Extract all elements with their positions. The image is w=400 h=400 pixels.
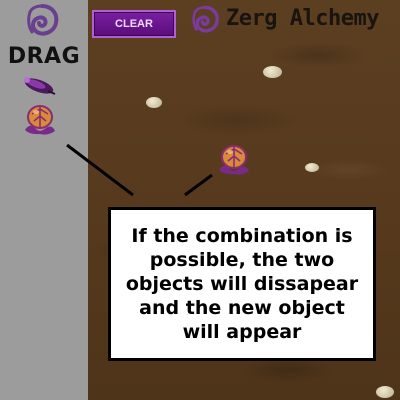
zerg-egg-icon[interactable]	[22, 102, 58, 136]
drag-label: DRAG	[7, 44, 81, 69]
instruction-text: If the combination is possible, the two …	[125, 225, 359, 343]
zerg-larva-icon[interactable]	[20, 74, 58, 96]
instruction-box: If the combination is possible, the two …	[108, 207, 376, 361]
zerg-swirl-icon	[27, 4, 59, 36]
game-title: Zerg Alchemy	[226, 6, 379, 31]
pebble	[305, 163, 319, 172]
game-stage: DRAG CLEAR Zerg Alchemy If the combinati…	[0, 0, 400, 400]
zerg-egg-icon[interactable]	[216, 142, 252, 176]
pebble	[146, 97, 162, 108]
pebble	[263, 66, 282, 78]
zerg-swirl-icon	[192, 5, 219, 33]
clear-button[interactable]: CLEAR	[92, 10, 176, 38]
pebble	[376, 386, 394, 398]
drag-panel: DRAG	[0, 0, 88, 400]
